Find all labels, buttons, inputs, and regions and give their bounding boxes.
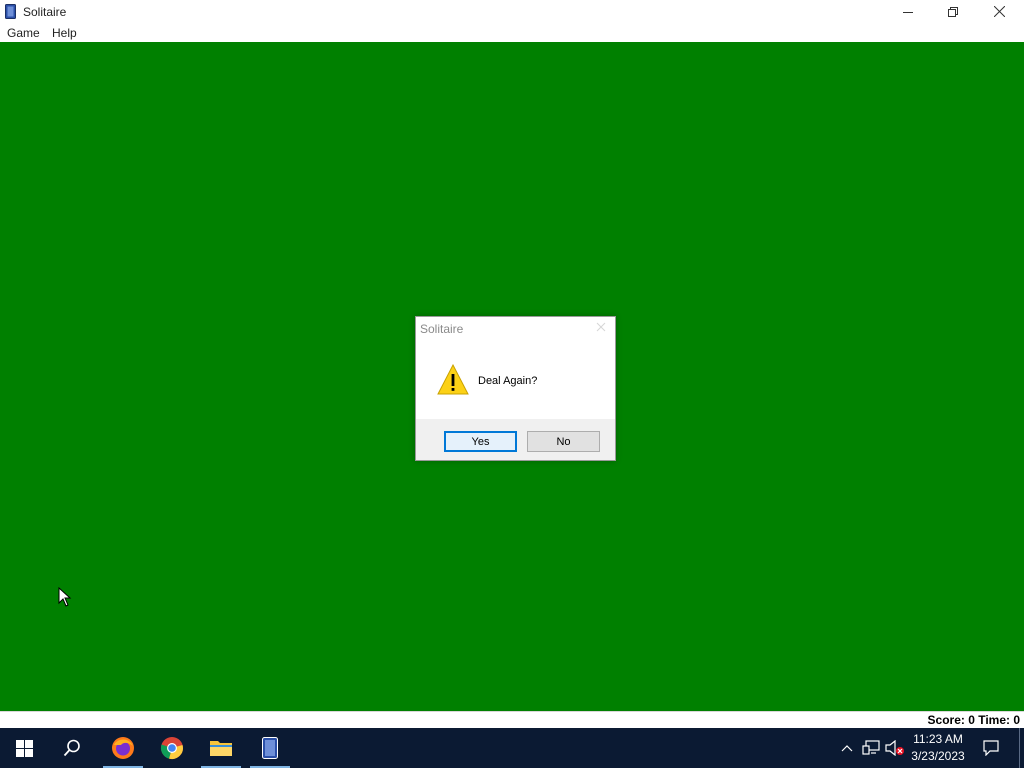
menu-help[interactable]: Help: [52, 26, 77, 40]
restore-button[interactable]: [930, 0, 976, 23]
warning-icon: [437, 363, 469, 396]
show-desktop-button[interactable]: [1019, 728, 1020, 768]
close-button[interactable]: [976, 0, 1022, 23]
search-icon: [63, 739, 80, 757]
menu-bar: Game Help: [0, 23, 1024, 42]
solitaire-card-icon: [5, 4, 16, 19]
dialog-title: Solitaire: [420, 322, 464, 336]
folder-icon: [210, 741, 232, 756]
action-center-button[interactable]: [978, 728, 1004, 768]
start-button[interactable]: [4, 728, 44, 768]
window-title: Solitaire: [23, 5, 67, 19]
taskbar: 11:23 AM 3/23/2023: [0, 728, 1024, 768]
volume-tray[interactable]: [884, 728, 906, 768]
chevron-up-icon: [841, 745, 853, 752]
action-center-icon: [983, 740, 999, 756]
deal-again-dialog: Solitaire Deal Again? Yes No: [415, 316, 616, 461]
solitaire-card-icon: [262, 737, 278, 759]
taskbar-clock[interactable]: 11:23 AM 3/23/2023: [908, 731, 968, 765]
dialog-close-icon[interactable]: [595, 321, 607, 333]
yes-button[interactable]: Yes: [444, 431, 517, 452]
firefox-icon: [112, 737, 134, 759]
chrome-icon: [160, 737, 183, 759]
status-bar: Score: 0 Time: 0: [0, 711, 1024, 728]
taskbar-file-explorer[interactable]: [201, 728, 241, 768]
show-hidden-icons-button[interactable]: [838, 728, 856, 768]
taskbar-firefox[interactable]: [103, 728, 143, 768]
network-tray[interactable]: [860, 728, 882, 768]
clock-date: 3/23/2023: [911, 749, 965, 763]
search-button[interactable]: [52, 728, 92, 768]
mouse-cursor-icon: [58, 586, 72, 607]
volume-muted-icon: [885, 740, 904, 756]
clock-time: 11:23 AM: [913, 732, 963, 746]
no-button[interactable]: No: [527, 431, 600, 452]
taskbar-chrome[interactable]: [152, 728, 192, 768]
restore-icon: [948, 6, 958, 17]
taskbar-solitaire[interactable]: [250, 728, 290, 768]
score-time-status: Score: 0 Time: 0: [927, 713, 1020, 727]
close-icon: [993, 6, 1005, 17]
menu-game[interactable]: Game: [7, 26, 40, 40]
minimize-icon: [903, 11, 913, 13]
dialog-message: Deal Again?: [478, 375, 538, 387]
title-bar[interactable]: Solitaire: [0, 0, 1024, 23]
network-icon: [862, 740, 880, 755]
windows-logo-icon: [15, 739, 33, 757]
minimize-button[interactable]: [885, 0, 931, 23]
